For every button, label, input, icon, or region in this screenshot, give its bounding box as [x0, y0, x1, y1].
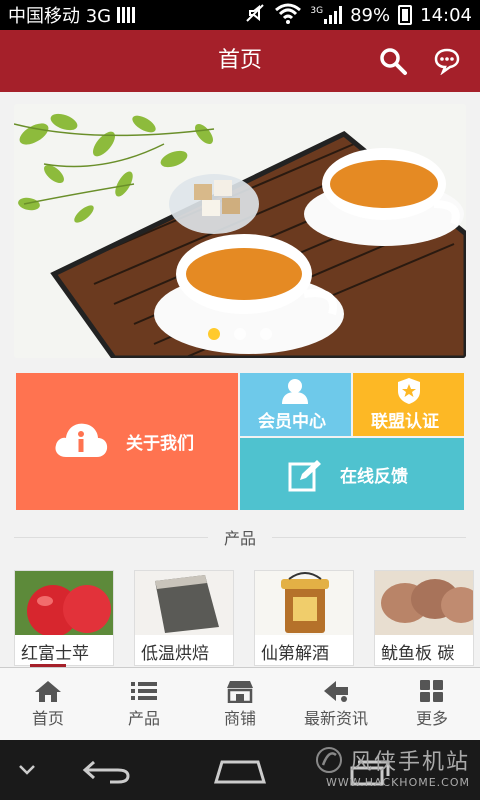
- product-image-apple: [15, 571, 113, 635]
- battery-icon: [398, 5, 413, 25]
- about-us-label: 关于我们: [126, 434, 194, 454]
- cell-signal-icon: [324, 6, 343, 24]
- carousel-dot[interactable]: [208, 328, 220, 340]
- message-button[interactable]: [428, 42, 466, 80]
- nav-label: 首页: [31, 709, 64, 728]
- status-bar: 中国移动 3G 3G 89% 14:04: [0, 0, 480, 30]
- carrier-label: 中国移动 3G: [8, 6, 112, 27]
- news-icon: [324, 681, 348, 702]
- product-name: 仙第解酒: [261, 644, 329, 664]
- online-feedback-label: 在线反馈: [340, 467, 408, 487]
- carousel-dot[interactable]: [260, 328, 272, 340]
- grid-icon: [420, 680, 443, 702]
- nav-label: 商铺: [223, 709, 256, 728]
- user-icon: [282, 379, 308, 404]
- carousel-dot[interactable]: [234, 328, 246, 340]
- bottom-navigation: 首页 产品 商铺 最新资讯 更多: [0, 667, 480, 740]
- watermark-text: 风侠手机站: [349, 750, 470, 775]
- shop-icon: [227, 681, 253, 703]
- carousel-dots: [14, 328, 466, 340]
- member-center-label: 会员中心: [258, 412, 326, 432]
- nav-item-more[interactable]: 更多: [384, 668, 480, 740]
- home-outline-icon: [213, 760, 267, 784]
- product-name: 鱿鱼板 碳: [381, 644, 455, 664]
- nav-item-home[interactable]: 首页: [0, 668, 96, 740]
- product-card[interactable]: 低温烘焙: [134, 570, 234, 666]
- mute-icon: [244, 2, 266, 29]
- member-center-tile[interactable]: 会员中心: [240, 373, 351, 436]
- product-image-jar: [255, 571, 353, 635]
- nav-label: 更多: [415, 709, 448, 728]
- cloud-info-icon: [55, 423, 108, 457]
- divider: [272, 536, 467, 538]
- product-card[interactable]: 仙第解酒: [254, 570, 354, 666]
- clock-time: 14:04: [420, 4, 472, 26]
- products-section-header: 产品: [14, 524, 467, 550]
- badge-star-icon: [398, 378, 420, 404]
- banner-carousel[interactable]: [14, 104, 466, 358]
- edit-note-icon: [288, 460, 321, 492]
- league-certification-label: 联盟认证: [371, 412, 439, 432]
- product-name: 红富士苹: [21, 644, 89, 664]
- product-image-squid: [375, 571, 473, 635]
- product-image-bag: [135, 571, 233, 635]
- back-button[interactable]: [82, 758, 130, 788]
- home-system-button[interactable]: [213, 758, 267, 788]
- nav-label: 产品: [127, 709, 160, 728]
- product-name: 低温烘焙: [141, 644, 209, 664]
- network-3g-badge: 3G: [310, 6, 324, 16]
- watermark-logo-icon: [315, 747, 342, 773]
- list-icon: [131, 682, 157, 700]
- back-arrow-icon: [82, 760, 130, 784]
- signal-strength-icon: [117, 7, 136, 23]
- divider: [14, 536, 208, 538]
- nav-item-shop[interactable]: 商铺: [192, 668, 288, 740]
- section-title: 产品: [224, 529, 257, 548]
- online-feedback-tile[interactable]: 在线反馈: [240, 438, 464, 510]
- chevron-down-icon: [19, 765, 35, 775]
- wifi-icon: [274, 2, 302, 29]
- banner-image: [14, 104, 466, 358]
- app-header: 首页: [0, 30, 480, 92]
- chat-bubble-icon: [434, 48, 460, 75]
- product-list[interactable]: 红富士苹 低温烘焙 仙第解酒 鱿鱼板 碳: [14, 570, 480, 666]
- product-card[interactable]: 红富士苹: [14, 570, 114, 666]
- nav-label: 最新资讯: [303, 709, 368, 728]
- search-icon: [380, 48, 407, 75]
- home-icon: [35, 681, 61, 702]
- nav-item-news[interactable]: 最新资讯: [288, 668, 384, 740]
- product-card[interactable]: 鱿鱼板 碳: [374, 570, 474, 666]
- watermark-url: WWW.HACKHOME.COM: [325, 776, 470, 789]
- hide-keyboard-button[interactable]: [18, 762, 36, 781]
- battery-percent: 89%: [350, 4, 391, 26]
- search-button[interactable]: [374, 42, 412, 80]
- watermark: 风侠手机站 WWW.HACKHOME.COM: [314, 744, 470, 789]
- about-us-tile[interactable]: 关于我们: [16, 373, 238, 510]
- league-certification-tile[interactable]: 联盟认证: [353, 373, 464, 436]
- nav-item-products[interactable]: 产品: [96, 668, 192, 740]
